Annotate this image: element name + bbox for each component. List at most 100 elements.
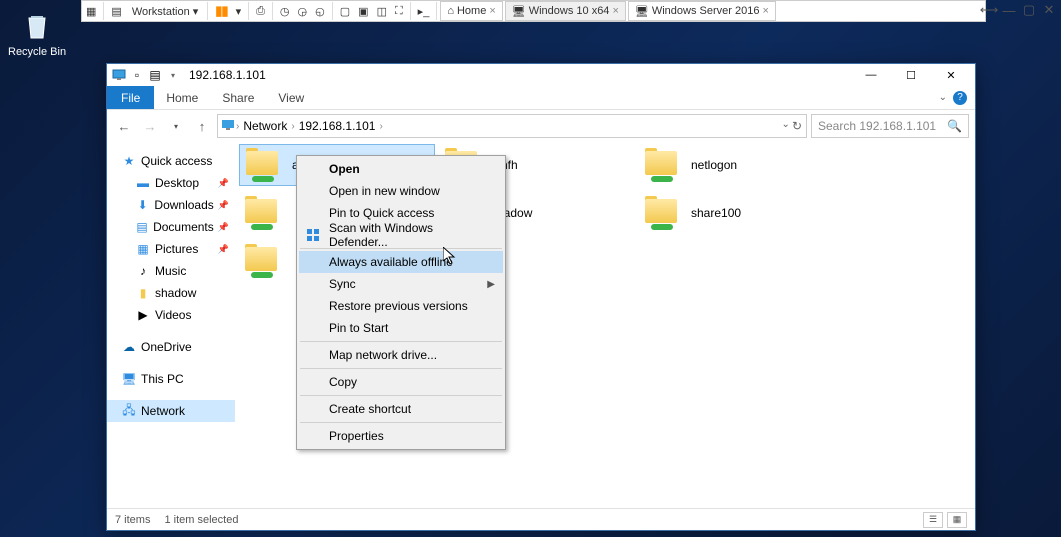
icons-view-button[interactable]: ▦: [947, 512, 967, 528]
minimize-button[interactable]: —: [851, 65, 891, 85]
expand-icon[interactable]: ⟷: [981, 2, 997, 18]
shared-folder-icon: [244, 147, 284, 183]
sidebar-quick-access[interactable]: ★Quick access: [107, 150, 235, 172]
power-menu-icon[interactable]: ▾: [232, 1, 246, 21]
share-tab[interactable]: Share: [210, 86, 266, 109]
navigation-bar: ← → ▾ ↑ › Network › 192.168.1.101 › ⌄ ↻ …: [107, 110, 975, 142]
maximize-button[interactable]: ☐: [891, 65, 931, 85]
sidebar-this-pc[interactable]: 🖥This PC: [107, 368, 235, 390]
menu-sync[interactable]: Sync▶: [299, 273, 503, 295]
menu-create-shortcut[interactable]: Create shortcut: [299, 398, 503, 420]
view1-icon[interactable]: ▢: [336, 1, 354, 21]
tab-win10[interactable]: 🖥Windows 10 x64×: [505, 1, 626, 21]
status-bar: 7 items 1 item selected ☰ ▦: [107, 508, 975, 530]
network-tree-icon: 🖧: [121, 403, 137, 419]
sidebar-network[interactable]: 🖧Network: [107, 400, 235, 422]
tab-winserver[interactable]: 🖥Windows Server 2016×: [628, 1, 776, 21]
shared-folder-icon: [243, 243, 283, 279]
close-icon[interactable]: ×: [489, 5, 495, 17]
shared-folder-icon: [243, 195, 283, 231]
maximize-icon[interactable]: ▢: [1021, 2, 1037, 18]
breadcrumb-network[interactable]: Network: [239, 119, 291, 133]
vm-library-icon[interactable]: ▤: [107, 1, 125, 21]
fullscreen-icon[interactable]: ⛶: [391, 1, 407, 21]
console-icon[interactable]: ▸_: [414, 1, 434, 21]
videos-icon: ▶: [135, 307, 151, 323]
network-icon: [220, 117, 236, 136]
documents-icon: ▤: [135, 219, 149, 235]
selection-count: 1 item selected: [164, 514, 238, 526]
view3-icon[interactable]: ◫: [373, 1, 391, 21]
defender-icon: [305, 227, 321, 243]
close-icon[interactable]: ×: [762, 5, 768, 17]
menu-open-new-window[interactable]: Open in new window: [299, 180, 503, 202]
menu-restore-versions[interactable]: Restore previous versions: [299, 295, 503, 317]
tab-home[interactable]: ⌂Home×: [440, 1, 502, 21]
search-input[interactable]: Search 192.168.1.101 🔍: [811, 114, 969, 138]
menu-pin-start[interactable]: Pin to Start: [299, 317, 503, 339]
menu-always-available-offline[interactable]: Always available offline: [299, 251, 503, 273]
back-button[interactable]: ←: [113, 115, 135, 137]
file-explorer-window: ▫ ▤ ▾ 192.168.1.101 — ☐ ✕ File Home Shar…: [106, 63, 976, 531]
sidebar-videos[interactable]: ▶Videos: [107, 304, 235, 326]
sidebar-desktop[interactable]: ▬Desktop📌: [107, 172, 235, 194]
sidebar-downloads[interactable]: ⬇Downloads📌: [107, 194, 235, 216]
address-bar[interactable]: › Network › 192.168.1.101 › ⌄ ↻: [217, 114, 807, 138]
refresh-icon[interactable]: ↻: [792, 119, 802, 133]
shared-folder-icon: [643, 147, 683, 183]
downloads-icon: ⬇: [135, 197, 150, 213]
address-dropdown-icon[interactable]: ⌄: [782, 119, 790, 133]
recent-dropdown-icon[interactable]: ▾: [165, 115, 187, 137]
menu-map-network-drive[interactable]: Map network drive...: [299, 344, 503, 366]
sidebar-onedrive[interactable]: ☁OneDrive: [107, 336, 235, 358]
search-icon: 🔍: [947, 119, 962, 133]
titlebar[interactable]: ▫ ▤ ▾ 192.168.1.101 — ☐ ✕: [107, 64, 975, 86]
properties-qat-icon[interactable]: ▤: [147, 67, 163, 83]
minimize-icon[interactable]: —: [1001, 2, 1017, 18]
folder-netlogon[interactable]: netlogon: [639, 144, 835, 186]
close-icon[interactable]: ✕: [1041, 2, 1057, 18]
folder-share100[interactable]: share100: [639, 192, 835, 234]
menu-copy[interactable]: Copy: [299, 371, 503, 393]
folder-qat-icon[interactable]: ▫: [129, 67, 145, 83]
menu-open[interactable]: Open: [299, 158, 503, 180]
ribbon-expand-icon[interactable]: ⌄: [939, 92, 947, 103]
folder-icon: ▮: [135, 285, 151, 301]
navigation-pane: ★Quick access ▬Desktop📌 ⬇Downloads📌 ▤Doc…: [107, 142, 235, 508]
sidebar-music[interactable]: ♪Music: [107, 260, 235, 282]
onedrive-icon: ☁: [121, 339, 137, 355]
close-button[interactable]: ✕: [931, 65, 971, 85]
clock-icon[interactable]: ◷: [276, 1, 294, 21]
forward-button[interactable]: →: [139, 115, 161, 137]
view-tab[interactable]: View: [266, 86, 316, 109]
help-icon[interactable]: ?: [953, 91, 967, 105]
home-tab[interactable]: Home: [154, 86, 210, 109]
menu-properties[interactable]: Properties: [299, 425, 503, 447]
pin-icon: 📌: [218, 178, 229, 189]
sidebar-shadow[interactable]: ▮shadow: [107, 282, 235, 304]
home-icon: ⌂: [447, 5, 454, 17]
menu-scan-defender[interactable]: Scan with Windows Defender...: [299, 224, 503, 246]
workstation-menu[interactable]: Workstation ▾: [126, 5, 204, 18]
pin-icon: 📌: [218, 244, 229, 255]
manage-icon[interactable]: ◵: [311, 1, 329, 21]
vm-menu-icon[interactable]: ▦: [82, 1, 100, 21]
close-icon[interactable]: ×: [612, 5, 618, 17]
monitor-icon: 🖥: [635, 5, 649, 18]
recycle-bin-icon[interactable]: Recycle Bin: [8, 8, 66, 58]
sidebar-documents[interactable]: ▤Documents📌: [107, 216, 235, 238]
qat-dropdown-icon[interactable]: ▾: [165, 67, 181, 83]
up-button[interactable]: ↑: [191, 115, 213, 137]
ribbon: File Home Share View ⌄ ?: [107, 86, 975, 110]
view2-icon[interactable]: ▣: [354, 1, 372, 21]
breadcrumb-host[interactable]: 192.168.1.101: [295, 119, 380, 133]
vmware-toolbar: ▦ ▤ Workstation ▾ ▮▮ ▾ ⎙ ◷ ◶ ◵ ▢ ▣ ◫ ⛶ ▸…: [81, 0, 986, 22]
item-count: 7 items: [115, 514, 150, 526]
context-menu: Open Open in new window Pin to Quick acc…: [296, 155, 506, 450]
snapshot-icon[interactable]: ⎙: [252, 1, 269, 21]
details-view-button[interactable]: ☰: [923, 512, 943, 528]
sidebar-pictures[interactable]: ▦Pictures📌: [107, 238, 235, 260]
revert-icon[interactable]: ◶: [294, 1, 312, 21]
file-tab[interactable]: File: [107, 86, 154, 109]
pause-icon[interactable]: ▮▮: [211, 1, 231, 21]
